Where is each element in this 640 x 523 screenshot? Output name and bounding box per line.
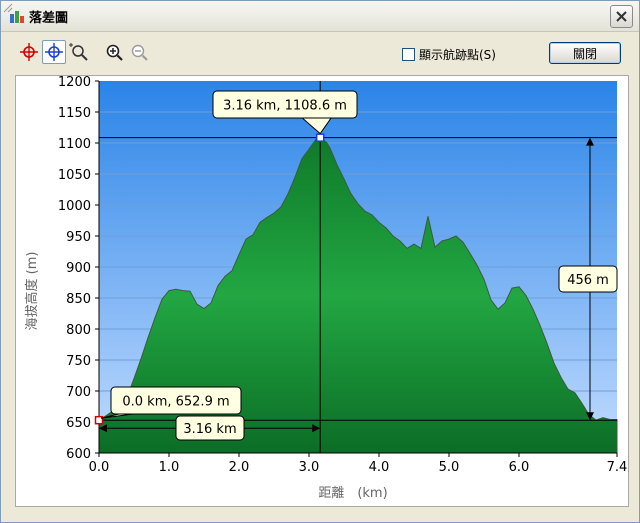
close-button[interactable]: 關閉 bbox=[549, 42, 621, 64]
title-bar: 落差圖 bbox=[1, 1, 639, 32]
show-track-points-checkbox[interactable] bbox=[402, 47, 415, 61]
x-tick-label: 5.0 bbox=[439, 460, 460, 475]
crosshair-red-icon bbox=[20, 43, 38, 61]
x-axis-title: 距離 (km) bbox=[318, 486, 387, 501]
y-tick-label: 950 bbox=[66, 230, 91, 245]
zoom-select-icon bbox=[69, 43, 88, 61]
zoom-in-icon bbox=[106, 44, 123, 61]
y-tick-label: 1050 bbox=[58, 168, 91, 183]
y-tick-label: 1000 bbox=[58, 199, 91, 214]
x-tick-label: 6.0 bbox=[509, 460, 530, 475]
y-tick-label: 850 bbox=[66, 292, 91, 307]
resize-grip[interactable] bbox=[1, 1, 13, 13]
y-tick-label: 1150 bbox=[58, 106, 91, 121]
y-tick-label: 650 bbox=[66, 416, 91, 431]
zoom-select-button[interactable] bbox=[67, 40, 91, 64]
show-track-points-label: 顯示航跡點(S) bbox=[419, 47, 496, 62]
zoom-out-button[interactable] bbox=[127, 40, 151, 64]
window-title: 落差圖 bbox=[29, 11, 69, 26]
y-tick-label: 800 bbox=[66, 323, 91, 338]
profile-window: 落差圖 顯示航跡點(S) 關閉 600 650 700 750 800 850 … bbox=[0, 0, 640, 523]
y-tick-label: 900 bbox=[66, 261, 91, 276]
close-window-button[interactable] bbox=[610, 5, 633, 28]
y-tick-label: 750 bbox=[66, 354, 91, 369]
x-tick-label: 4.0 bbox=[369, 460, 390, 475]
toolbar: 顯示航跡點(S) 關閉 bbox=[1, 32, 639, 70]
start-callout: 0.0 km, 652.9 m bbox=[100, 386, 242, 419]
close-icon bbox=[616, 11, 627, 22]
x-tick-label: 7.4 bbox=[607, 460, 628, 475]
elevation-chart-panel: 600 650 700 750 800 850 900 950 1000 1050 1100 1150… bbox=[15, 75, 629, 507]
show-track-points-toggle[interactable]: 顯示航跡點(S) bbox=[402, 46, 496, 62]
gain-callout: 456 m bbox=[558, 265, 618, 293]
zoom-in-button[interactable] bbox=[102, 40, 126, 64]
peak-marker[interactable] bbox=[315, 133, 325, 142]
distance-callout: 3.16 km bbox=[175, 415, 245, 441]
callout-text: 456 m bbox=[567, 273, 609, 288]
x-tick-label: 2.0 bbox=[229, 460, 250, 475]
x-tick-label: 1.0 bbox=[159, 460, 180, 475]
callout-text: 3.16 km, 1108.6 m bbox=[223, 99, 347, 114]
y-axis-title: 海拔高度 (m) bbox=[24, 252, 40, 331]
y-tick-label: 600 bbox=[66, 447, 91, 462]
callout-text: 3.16 km bbox=[183, 422, 236, 437]
x-tick-label: 3.0 bbox=[299, 460, 320, 475]
crosshair-blue-icon bbox=[45, 43, 63, 61]
zoom-out-icon bbox=[131, 44, 148, 61]
x-tick-label: 0.0 bbox=[89, 460, 110, 475]
crosshair-blue-button[interactable] bbox=[42, 40, 66, 64]
callout-text: 0.0 km, 652.9 m bbox=[122, 395, 229, 410]
y-tick-label: 1100 bbox=[58, 137, 91, 152]
y-tick-label: 700 bbox=[66, 385, 91, 400]
y-tick-label: 1200 bbox=[58, 76, 91, 90]
crosshair-red-button[interactable] bbox=[17, 40, 41, 64]
elevation-chart: 600 650 700 750 800 850 900 950 1000 1050 1100 1150… bbox=[24, 76, 628, 501]
